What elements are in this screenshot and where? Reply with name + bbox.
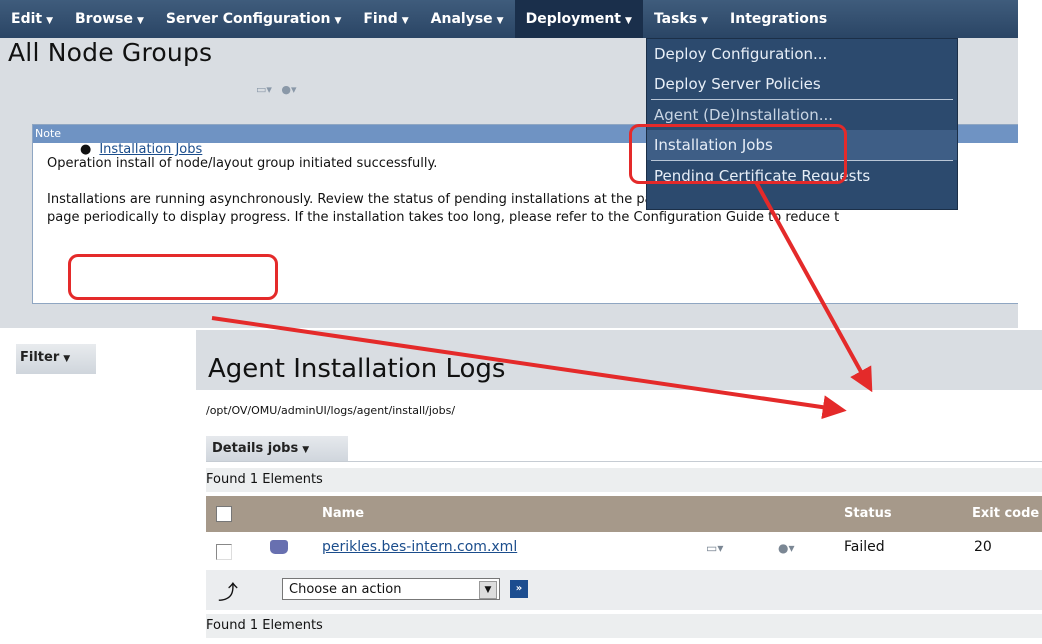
window-icon[interactable]: ▭▾ (706, 541, 723, 555)
details-jobs-label: Details jobs (212, 441, 299, 456)
window-icon[interactable]: ▭▾ (256, 83, 272, 96)
table-header: Name Status Exit code (206, 496, 1042, 532)
menu-edit-label: Edit (11, 11, 43, 27)
details-jobs-button[interactable]: Details jobs ▼ (206, 436, 348, 462)
highlight-installation-jobs-link (68, 254, 278, 300)
menu-browse-label: Browse (75, 11, 133, 27)
note-link-row: ● Installation Jobs (80, 142, 202, 157)
bullet-icon: ● (80, 142, 92, 157)
title-actions[interactable]: ▭▾ ●▾ (256, 83, 303, 96)
go-button[interactable]: » (510, 580, 528, 598)
chevron-down-icon: ▼ (63, 354, 71, 364)
found-count-top: Found 1 Elements (206, 468, 1042, 492)
choose-action-select[interactable]: Choose an action ▼ (282, 578, 500, 600)
chevron-down-icon: ▼ (401, 16, 409, 26)
menu-browse[interactable]: Browse ▼ (64, 0, 155, 38)
gear-icon[interactable]: ●▾ (778, 541, 795, 555)
filter-label: Filter (20, 350, 60, 365)
page-title: All Node Groups (8, 38, 213, 67)
menu-item-deploy-server-policies[interactable]: Deploy Server Policies (647, 69, 957, 99)
logs-path: /opt/OV/OMU/adminUI/logs/agent/install/j… (206, 404, 456, 417)
action-bar: ⤴ Choose an action ▼ » (206, 570, 1042, 610)
main-menubar: Edit ▼ Browse ▼ Server Configuration ▼ Find… (0, 0, 1018, 38)
menu-analyse[interactable]: Analyse ▼ (420, 0, 515, 38)
menu-item-deploy-configuration[interactable]: Deploy Configuration... (647, 39, 957, 69)
menu-edit[interactable]: Edit ▼ (0, 0, 64, 38)
chevron-down-icon: ▼ (334, 16, 342, 26)
chevron-down-icon: ▼ (46, 16, 53, 26)
select-up-arrow-icon: ⤴ (218, 580, 238, 604)
divider (206, 461, 1042, 462)
table-row: perikles.bes-intern.com.xml ▭▾ ●▾ Failed… (206, 534, 1042, 566)
menu-tasks[interactable]: Tasks ▼ (643, 0, 719, 38)
highlight-installation-jobs-menu (629, 124, 847, 184)
row-checkbox[interactable] (216, 544, 232, 560)
select-all-checkbox[interactable] (216, 506, 232, 522)
column-name[interactable]: Name (322, 506, 364, 521)
menu-server-configuration[interactable]: Server Configuration ▼ (155, 0, 352, 38)
choose-action-label: Choose an action (289, 582, 402, 597)
found-count-bottom: Found 1 Elements (206, 614, 1042, 638)
menu-server-configuration-label: Server Configuration (165, 11, 331, 27)
column-status[interactable]: Status (844, 506, 892, 521)
logs-header: Agent Installation Logs (196, 330, 1042, 390)
chevron-down-icon: ▼ (479, 581, 497, 599)
filter-button[interactable]: Filter ▼ (16, 344, 96, 374)
row-status: Failed (844, 539, 885, 555)
column-exit-code[interactable]: Exit code (972, 506, 1039, 521)
chevron-down-icon: ▼ (136, 16, 144, 26)
menu-find-label: Find (363, 11, 398, 27)
menu-deployment-label: Deployment (525, 11, 622, 27)
chevron-down-icon: ▼ (302, 445, 310, 455)
installation-jobs-link[interactable]: Installation Jobs (99, 142, 202, 157)
menu-deployment[interactable]: Deployment ▼ (514, 0, 643, 38)
note-line-3: page periodically to display progress. I… (47, 210, 840, 225)
chevron-down-icon: ▼ (496, 16, 504, 26)
gear-icon[interactable]: ●▾ (281, 83, 296, 96)
agent-installation-logs-panel: Agent Installation Logs /opt/OV/OMU/admi… (196, 330, 1042, 644)
chevron-down-icon: ▼ (701, 16, 709, 26)
menu-analyse-label: Analyse (430, 11, 493, 27)
menu-find[interactable]: Find ▼ (352, 0, 419, 38)
row-name-link[interactable]: perikles.bes-intern.com.xml (322, 539, 517, 555)
menu-integrations[interactable]: Integrations (719, 0, 838, 38)
row-exit-code: 20 (974, 539, 992, 555)
menu-tasks-label: Tasks (653, 11, 698, 27)
menu-integrations-label: Integrations (730, 11, 828, 27)
logs-title: Agent Installation Logs (208, 354, 506, 384)
file-icon (270, 540, 288, 554)
chevron-down-icon: ▼ (625, 16, 632, 26)
